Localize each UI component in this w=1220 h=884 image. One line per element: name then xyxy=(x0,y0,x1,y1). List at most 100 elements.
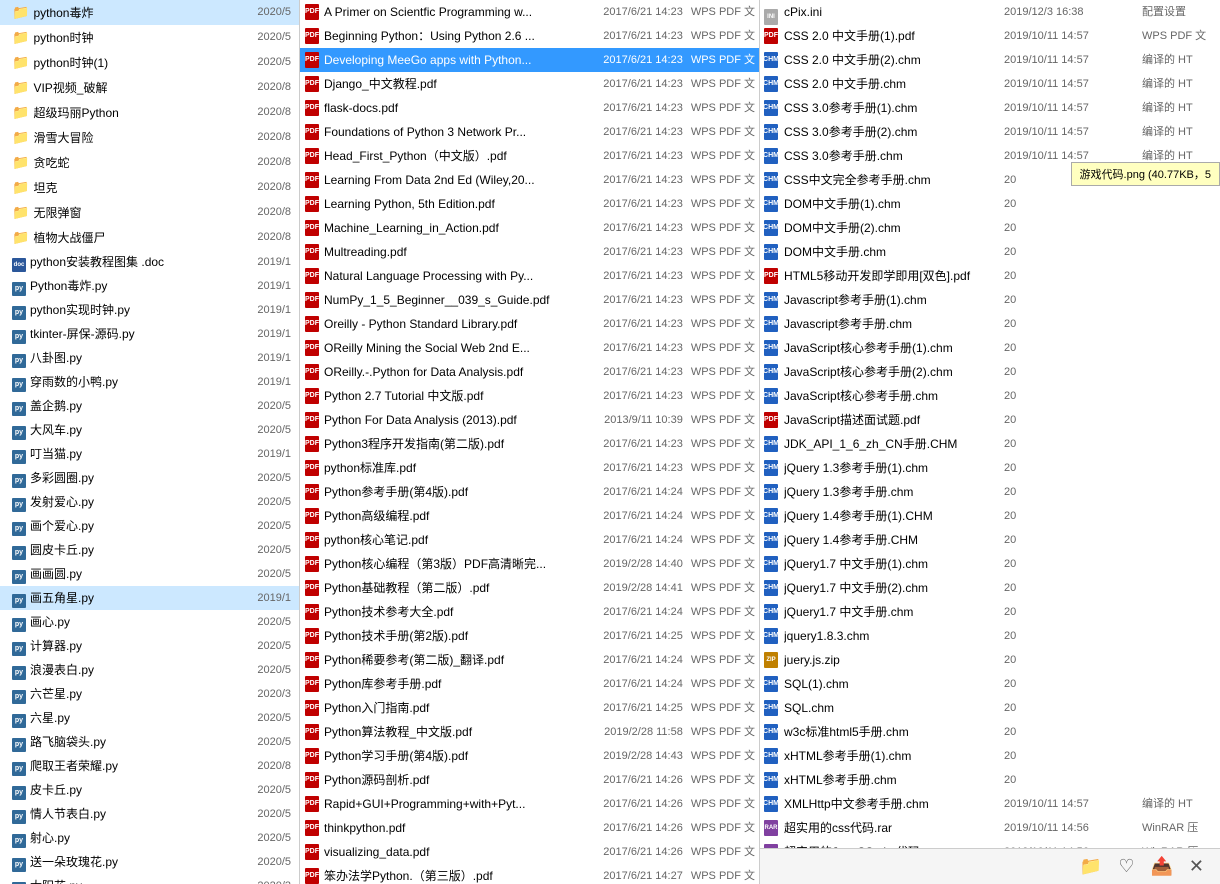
right-file-row[interactable]: CHMSQL.chm20 xyxy=(760,696,1220,720)
left-list-item[interactable]: py送一朵玫瑰花.py2020/5 xyxy=(0,850,299,874)
right-file-row[interactable]: RAR超实用的css代码.rar2019/10/11 14:56WinRAR 压 xyxy=(760,816,1220,840)
left-list-item[interactable]: 📁滑雪大冒险2020/8 xyxy=(0,125,299,150)
mid-file-row[interactable]: PDFvisualizing_data.pdf2017/6/21 14:26WP… xyxy=(300,840,759,864)
mid-file-row[interactable]: PDFPython For Data Analysis (2013).pdf20… xyxy=(300,408,759,432)
mid-file-row[interactable]: PDFPython 2.7 Tutorial 中文版.pdf2017/6/21 … xyxy=(300,384,759,408)
right-file-row[interactable]: CHMxHTML参考手册.chm20 xyxy=(760,768,1220,792)
left-list-item[interactable]: py计算器.py2020/5 xyxy=(0,634,299,658)
right-file-row[interactable]: CHMJavaScript核心参考手册(2).chm20 xyxy=(760,360,1220,384)
mid-file-row[interactable]: PDFFoundations of Python 3 Network Pr...… xyxy=(300,120,759,144)
mid-file-row[interactable]: PDFNatural Language Processing with Py..… xyxy=(300,264,759,288)
left-list-item[interactable]: py发射爱心.py2020/5 xyxy=(0,490,299,514)
mid-file-row[interactable]: PDF笨办法学Python.（第三版）.pdf2017/6/21 14:27WP… xyxy=(300,864,759,884)
mid-file-row[interactable]: PDFMachine_Learning_in_Action.pdf2017/6/… xyxy=(300,216,759,240)
mid-file-row[interactable]: PDFOreilly - Python Standard Library.pdf… xyxy=(300,312,759,336)
close-icon[interactable]: ✕ xyxy=(1189,856,1204,877)
mid-file-row[interactable]: PDFOReilly.-.Python for Data Analysis.pd… xyxy=(300,360,759,384)
left-list-item[interactable]: py射心.py2020/5 xyxy=(0,826,299,850)
mid-file-row[interactable]: PDFRapid+GUI+Programming+with+Pyt...2017… xyxy=(300,792,759,816)
mid-file-row[interactable]: PDFPython3程序开发指南(第二版).pdf2017/6/21 14:23… xyxy=(300,432,759,456)
mid-file-row[interactable]: PDFPython源码剖析.pdf2017/6/21 14:26WPS PDF … xyxy=(300,768,759,792)
mid-file-row[interactable]: PDFPython技术参考大全.pdf2017/6/21 14:24WPS PD… xyxy=(300,600,759,624)
right-file-row[interactable]: CHMDOM中文手册(2).chm20 xyxy=(760,216,1220,240)
folder-new-icon[interactable]: 📁 xyxy=(1080,856,1102,877)
mid-file-row[interactable]: PDFflask-docs.pdf2017/6/21 14:23WPS PDF … xyxy=(300,96,759,120)
mid-file-row[interactable]: PDFPython库参考手册.pdf2017/6/21 14:24WPS PDF… xyxy=(300,672,759,696)
mid-file-row[interactable]: PDFNumPy_1_5_Beginner__039_s_Guide.pdf20… xyxy=(300,288,759,312)
left-list-item[interactable]: docpython安装教程图集 .doc2019/1 xyxy=(0,250,299,274)
left-list-item[interactable]: pyPython毒炸.py2019/1 xyxy=(0,274,299,298)
right-file-row[interactable]: CHMJavascript参考手册.chm20 xyxy=(760,312,1220,336)
right-file-row[interactable]: ZIPjuery.js.zip20 xyxy=(760,648,1220,672)
left-list-item[interactable]: 📁超级玛丽Python2020/8 xyxy=(0,100,299,125)
mid-file-list[interactable]: PDFA Primer on Scientfic Programming w..… xyxy=(300,0,760,884)
right-file-row[interactable]: CHMCSS 3.0参考手册(2).chm2019/10/11 14:57编译的… xyxy=(760,120,1220,144)
left-file-list[interactable]: 📁python毒炸2020/5📁python时钟2020/5📁python时钟(… xyxy=(0,0,300,884)
right-file-row[interactable]: CHMJavaScript核心参考手册.chm20 xyxy=(760,384,1220,408)
mid-file-row[interactable]: PDFA Primer on Scientfic Programming w..… xyxy=(300,0,759,24)
mid-file-row[interactable]: PDFBeginning Python：Using Python 2.6 ...… xyxy=(300,24,759,48)
right-file-row[interactable]: CHMw3c标准html5手册.chm20 xyxy=(760,720,1220,744)
mid-file-row[interactable]: PDFPython学习手册(第4版).pdf2019/2/28 14:43WPS… xyxy=(300,744,759,768)
left-list-item[interactable]: py画画圆.py2020/5 xyxy=(0,562,299,586)
right-file-row[interactable]: INIcPix.ini2019/12/3 16:38配置设置 xyxy=(760,0,1220,24)
right-file-row[interactable]: CHMjQuery1.7 中文手册.chm20 xyxy=(760,600,1220,624)
right-file-row[interactable]: CHMDOM中文手册.chm20 xyxy=(760,240,1220,264)
mid-file-row[interactable]: PDFPython核心编程（第3版）PDF高清晰完...2019/2/28 14… xyxy=(300,552,759,576)
right-file-row[interactable]: CHMjQuery 1.3参考手册.chm20 xyxy=(760,480,1220,504)
mid-file-row[interactable]: PDFDjango_中文教程.pdf2017/6/21 14:23WPS PDF… xyxy=(300,72,759,96)
right-file-row[interactable]: CHMCSS 2.0 中文手册.chm2019/10/11 14:57编译的 H… xyxy=(760,72,1220,96)
right-file-row[interactable]: CHMXMLHttp中文参考手册.chm2019/10/11 14:57编译的 … xyxy=(760,792,1220,816)
mid-file-row[interactable]: PDFDeveloping MeeGo apps with Python...2… xyxy=(300,48,759,72)
mid-file-row[interactable]: PDFPython稀要参考(第二版)_翻译.pdf2017/6/21 14:24… xyxy=(300,648,759,672)
right-file-row[interactable]: CHMSQL(1).chm20 xyxy=(760,672,1220,696)
left-list-item[interactable]: 📁python毒炸2020/5 xyxy=(0,0,299,25)
mid-file-row[interactable]: PDFOReilly Mining the Social Web 2nd E..… xyxy=(300,336,759,360)
left-list-item[interactable]: py画五角星.py2019/1 xyxy=(0,586,299,610)
right-file-row[interactable]: CHMJDK_API_1_6_zh_CN手册.CHM20 xyxy=(760,432,1220,456)
left-list-item[interactable]: pypython实现时钟.py2019/1 xyxy=(0,298,299,322)
left-list-item[interactable]: py浪漫表白.py2020/5 xyxy=(0,658,299,682)
left-list-item[interactable]: 📁VIP视频_破解2020/8 xyxy=(0,75,299,100)
left-list-item[interactable]: py情人节表白.py2020/5 xyxy=(0,802,299,826)
left-list-item[interactable]: 📁无限弹窗2020/8 xyxy=(0,200,299,225)
right-file-row[interactable]: CHMDOM中文手册(1).chm20 xyxy=(760,192,1220,216)
right-file-row[interactable]: CHMCSS 2.0 中文手册(2).chm2019/10/11 14:57编译… xyxy=(760,48,1220,72)
left-list-item[interactable]: 📁python时钟(1)2020/5 xyxy=(0,50,299,75)
right-file-row[interactable]: CHMjQuery 1.3参考手册(1).chm20 xyxy=(760,456,1220,480)
right-file-row[interactable]: CHMjQuery1.7 中文手册(2).chm20 xyxy=(760,576,1220,600)
mid-file-row[interactable]: PDFPython基础教程（第二版）.pdf2019/2/28 14:41WPS… xyxy=(300,576,759,600)
left-list-item[interactable]: py六星.py2020/5 xyxy=(0,706,299,730)
right-file-row[interactable]: PDFHTML5移动开发即学即用[双色].pdf20 xyxy=(760,264,1220,288)
left-list-item[interactable]: py盖企鹅.py2020/5 xyxy=(0,394,299,418)
right-file-row[interactable]: CHMxHTML参考手册(1).chm20 xyxy=(760,744,1220,768)
left-list-item[interactable]: 📁python时钟2020/5 xyxy=(0,25,299,50)
mid-file-row[interactable]: PDFPython高级编程.pdf2017/6/21 14:24WPS PDF … xyxy=(300,504,759,528)
right-file-row[interactable]: CHMJavaScript核心参考手册(1).chm20 xyxy=(760,336,1220,360)
mid-file-row[interactable]: PDFPython技术手册(第2版).pdf2017/6/21 14:25WPS… xyxy=(300,624,759,648)
mid-file-row[interactable]: PDFpython标准库.pdf2017/6/21 14:23WPS PDF 文 xyxy=(300,456,759,480)
right-file-row[interactable]: CHMjQuery 1.4参考手册(1).CHM20 xyxy=(760,504,1220,528)
left-list-item[interactable]: py太阳花.py2020/3 xyxy=(0,874,299,884)
mid-file-row[interactable]: PDFHead_First_Python（中文版）.pdf2017/6/21 1… xyxy=(300,144,759,168)
left-list-item[interactable]: 📁坦克2020/8 xyxy=(0,175,299,200)
mid-file-row[interactable]: PDFPython算法教程_中文版.pdf2019/2/28 11:58WPS … xyxy=(300,720,759,744)
right-file-row[interactable]: PDFCSS 2.0 中文手册(1).pdf2019/10/11 14:57WP… xyxy=(760,24,1220,48)
left-list-item[interactable]: py穿雨数的小鸭.py2019/1 xyxy=(0,370,299,394)
left-list-item[interactable]: py六芒星.py2020/3 xyxy=(0,682,299,706)
right-file-row[interactable]: CHMJavascript参考手册(1).chm20 xyxy=(760,288,1220,312)
left-list-item[interactable]: py画个爱心.py2020/5 xyxy=(0,514,299,538)
right-file-row[interactable]: PDFJavaScript描述面试题.pdf20 xyxy=(760,408,1220,432)
mid-file-row[interactable]: PDFpython核心笔记.pdf2017/6/21 14:24WPS PDF … xyxy=(300,528,759,552)
left-list-item[interactable]: pytkinter-屏保-源码.py2019/1 xyxy=(0,322,299,346)
left-list-item[interactable]: py路飞脑袋头.py2020/5 xyxy=(0,730,299,754)
left-list-item[interactable]: py爬取王者荣耀.py2020/8 xyxy=(0,754,299,778)
left-list-item[interactable]: py圆皮卡丘.py2020/5 xyxy=(0,538,299,562)
left-list-item[interactable]: py多彩圆圈.py2020/5 xyxy=(0,466,299,490)
mid-file-row[interactable]: PDFMultreading.pdf2017/6/21 14:23WPS PDF… xyxy=(300,240,759,264)
mid-file-row[interactable]: PDFthinkpython.pdf2017/6/21 14:26WPS PDF… xyxy=(300,816,759,840)
left-list-item[interactable]: py皮卡丘.py2020/5 xyxy=(0,778,299,802)
left-list-item[interactable]: py大风车.py2020/5 xyxy=(0,418,299,442)
left-list-item[interactable]: py画心.py2020/5 xyxy=(0,610,299,634)
export-icon[interactable]: 📤 xyxy=(1150,856,1172,877)
